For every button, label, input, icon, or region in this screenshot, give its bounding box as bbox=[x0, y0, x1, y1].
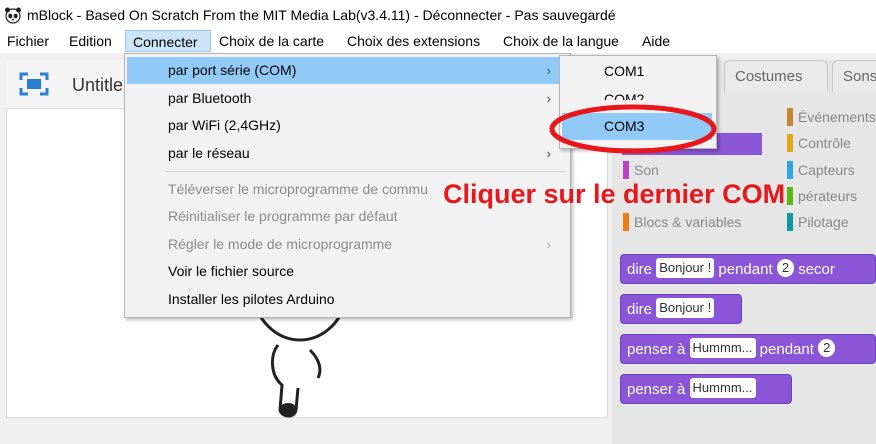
block-arg[interactable]: Bonjour ! bbox=[656, 258, 715, 278]
title-bar: mBlock - Based On Scratch From the MIT M… bbox=[0, 0, 876, 30]
menu-item-network[interactable]: par le réseau › bbox=[127, 140, 567, 167]
chevron-right-icon: › bbox=[546, 63, 551, 78]
menu-item-com1[interactable]: COM1 bbox=[562, 58, 712, 85]
block-num[interactable]: 2 bbox=[818, 339, 836, 357]
panda-sprite[interactable] bbox=[240, 300, 360, 420]
block-arg[interactable]: Bonjour ! bbox=[656, 298, 715, 318]
fullscreen-icon[interactable] bbox=[19, 72, 49, 96]
menu-bar: Fichier Edition Connecter Choix de la ca… bbox=[0, 30, 876, 53]
annotation-ellipse bbox=[549, 104, 717, 154]
block-penser[interactable]: penser à Hummm... bbox=[620, 374, 792, 404]
menu-choix-langue[interactable]: Choix de la langue bbox=[503, 30, 619, 52]
category-evenements[interactable]: Événements bbox=[787, 108, 876, 126]
menu-aide[interactable]: Aide bbox=[642, 30, 670, 52]
menu-separator bbox=[165, 171, 565, 172]
block-penser-pendant[interactable]: penser à Hummm... pendant 2 bbox=[620, 334, 876, 364]
category-capteurs[interactable]: Capteurs bbox=[787, 161, 855, 179]
block-num[interactable]: 2 bbox=[776, 259, 795, 277]
menu-connecter[interactable]: Connecter bbox=[125, 30, 211, 52]
block-dire[interactable]: dire Bonjour ! bbox=[620, 294, 742, 324]
menu-item-firmware-mode: Régler le mode de microprogramme › bbox=[127, 231, 567, 258]
block-arg[interactable]: Hummm... bbox=[689, 338, 756, 358]
category-blocs-variables[interactable]: Blocs & variables bbox=[623, 213, 741, 231]
tab-sons[interactable]: Sons bbox=[832, 60, 876, 92]
menu-item-view-source[interactable]: Voir le fichier source bbox=[127, 258, 567, 285]
category-controle[interactable]: Contrôle bbox=[787, 134, 851, 152]
menu-item-serial[interactable]: par port série (COM) › bbox=[127, 57, 567, 84]
block-dire-pendant[interactable]: dire Bonjour ! pendant 2 secor bbox=[620, 254, 876, 284]
block-arg[interactable]: Hummm... bbox=[689, 378, 756, 398]
menu-choix-extensions[interactable]: Choix des extensions bbox=[347, 30, 480, 52]
category-operateurs[interactable]: pérateurs bbox=[787, 187, 857, 205]
menu-item-install-drivers[interactable]: Installer les pilotes Arduino bbox=[127, 286, 567, 313]
menu-item-com2[interactable]: COM2 bbox=[562, 86, 712, 100]
menu-item-bluetooth[interactable]: par Bluetooth › bbox=[127, 85, 567, 112]
menu-edition[interactable]: Edition bbox=[69, 30, 112, 52]
menu-choix-carte[interactable]: Choix de la carte bbox=[219, 30, 324, 52]
menu-fichier[interactable]: Fichier bbox=[7, 30, 49, 52]
panda-icon bbox=[5, 7, 21, 24]
category-son[interactable]: Son bbox=[623, 161, 659, 179]
project-name[interactable]: Untitle bbox=[72, 75, 123, 96]
menu-item-wifi[interactable]: par WiFi (2,4GHz) bbox=[127, 112, 567, 139]
tab-costumes[interactable]: Costumes bbox=[724, 60, 828, 92]
category-pilotage[interactable]: Pilotage bbox=[787, 213, 849, 231]
annotation-text: Cliquer sur le dernier COM bbox=[443, 179, 786, 209]
window-title: mBlock - Based On Scratch From the MIT M… bbox=[27, 7, 616, 23]
chevron-right-icon: › bbox=[546, 237, 551, 252]
